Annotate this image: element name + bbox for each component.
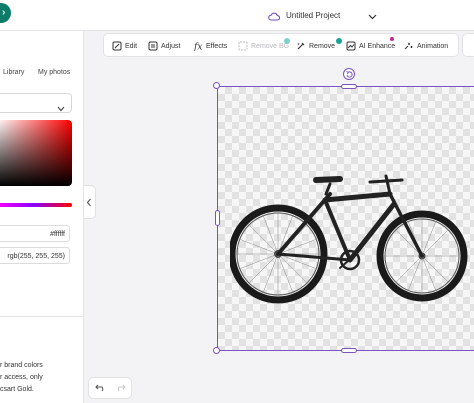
image-toolbar: Edit Adjust fx Effects Remove BG Remove … — [103, 33, 459, 57]
hex-input[interactable]: #ffffff — [0, 225, 70, 242]
effects-label: Effects — [206, 42, 228, 50]
animation-icon — [404, 43, 413, 50]
divider — [0, 316, 84, 317]
chevron-left-icon — [86, 198, 91, 207]
animation-label: Animation — [417, 42, 449, 50]
resize-handle-left[interactable] — [215, 210, 220, 226]
app-logo[interactable]: › — [0, 3, 11, 23]
effects-icon: fx — [193, 43, 202, 52]
toolbar-overflow[interactable] — [462, 33, 474, 57]
tab-library[interactable]: Library — [3, 68, 24, 78]
hex-value: #ffffff — [50, 231, 65, 238]
remove-bg-icon — [238, 41, 248, 51]
remove-button[interactable]: Remove — [296, 39, 335, 53]
remove-label: Remove — [309, 42, 336, 50]
top-bar: › Untitled Project — [0, 0, 474, 31]
resize-handle-bottom[interactable] — [341, 348, 357, 353]
redo-icon[interactable] — [115, 383, 126, 392]
rotate-icon — [346, 71, 353, 78]
tab-my-photos[interactable]: My photos — [38, 68, 70, 78]
resize-handle-top-left[interactable] — [213, 82, 220, 89]
gold-note-line: r access, only — [0, 374, 43, 381]
gold-note-line: r brand colors — [0, 362, 43, 369]
edit-button[interactable]: Edit — [112, 39, 137, 53]
color-picker-square[interactable] — [0, 120, 72, 186]
svg-text:fx: fx — [193, 43, 202, 52]
resize-handle-bottom-left[interactable] — [213, 347, 220, 354]
project-title-area[interactable]: Untitled Project — [268, 8, 377, 24]
gold-note-line: csart Gold. — [0, 386, 34, 393]
chevron-down-icon — [57, 99, 65, 117]
ai-enhance-icon — [346, 41, 356, 51]
edit-label: Edit — [125, 42, 138, 50]
project-title[interactable]: Untitled Project — [286, 9, 340, 23]
adjust-button[interactable]: Adjust — [148, 39, 180, 53]
remove-bg-label: Remove BG — [251, 42, 290, 50]
undo-redo-bar — [88, 377, 132, 399]
ai-enhance-label: AI Enhance — [359, 42, 396, 50]
effects-button[interactable]: fx Effects — [193, 39, 227, 53]
color-mode-select[interactable] — [0, 93, 72, 113]
rgb-input[interactable]: rgb(255, 255, 255) — [0, 247, 70, 264]
undo-icon[interactable] — [95, 383, 106, 392]
left-panel: Library My photos #ffffff rgb(255, 255, … — [0, 31, 84, 403]
remove-bg-button[interactable]: Remove BG — [238, 39, 289, 53]
edit-icon — [112, 41, 122, 51]
rgb-value: rgb(255, 255, 255) — [7, 253, 65, 260]
cloud-icon — [268, 12, 280, 21]
ai-enhance-button[interactable]: AI Enhance — [346, 39, 395, 53]
animation-button[interactable]: Animation — [404, 39, 448, 53]
new-badge-dot — [336, 38, 342, 44]
collapse-panel-button[interactable] — [84, 185, 96, 219]
bicycle-image[interactable] — [230, 162, 470, 312]
chevron-down-icon[interactable] — [368, 7, 377, 25]
resize-handle-top[interactable] — [341, 84, 357, 89]
remove-icon — [297, 42, 305, 50]
adjust-icon — [148, 41, 158, 51]
new-badge-dot — [284, 38, 290, 44]
premium-badge-dot — [390, 37, 394, 41]
logo-glyph: › — [2, 7, 6, 18]
hue-slider[interactable] — [0, 203, 72, 207]
rotate-handle[interactable] — [343, 68, 355, 80]
adjust-label: Adjust — [161, 42, 181, 50]
